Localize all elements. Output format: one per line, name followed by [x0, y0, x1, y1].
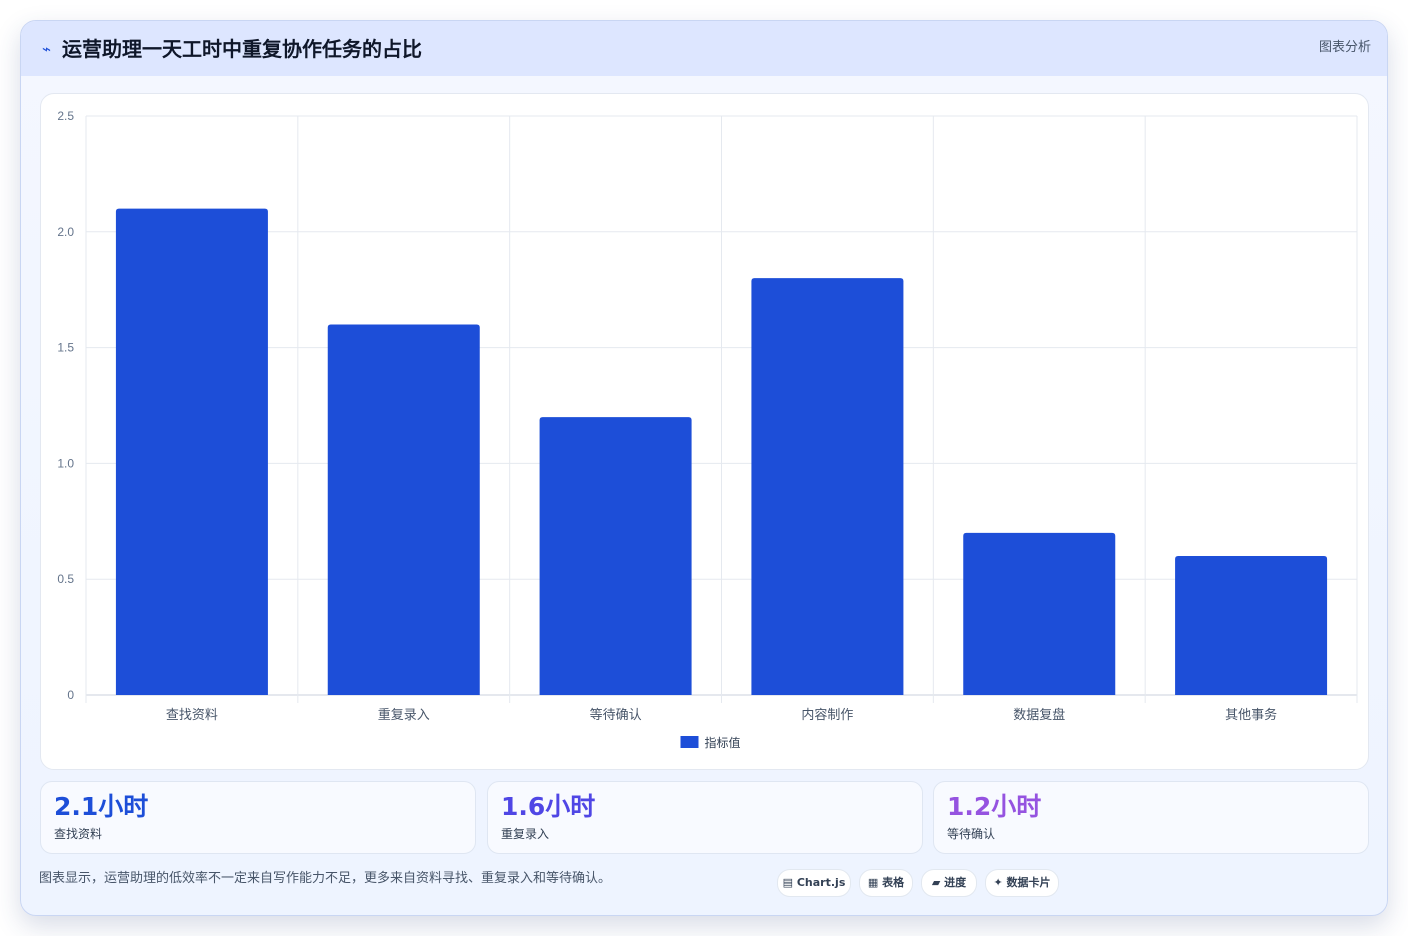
pill-data-card[interactable]: ✦ 数据卡片 [985, 869, 1059, 897]
y-tick-label: 2.5 [57, 109, 74, 123]
y-tick-label: 1.5 [57, 341, 74, 355]
chart-title: 运营助理一天工时中重复协作任务的占比 [62, 37, 422, 61]
x-tick-label: 数据复盘 [1013, 707, 1065, 722]
card-header: ⌁ 运营助理一天工时中重复协作任务的占比 图表分析 [21, 21, 1387, 76]
pill-label: Chart.js [796, 876, 846, 889]
bar-chart: 0 0.5 1.0 1.5 2.0 2.5 查找资料 重复录入 等待确认 内容制作 数据复盘 其他事务… [57, 109, 1358, 750]
x-tick-label: 重复录入 [378, 707, 430, 722]
y-tick-label: 1.0 [57, 456, 74, 470]
pill-label: 进度 [944, 876, 967, 889]
y-tick-label: 2.0 [57, 225, 74, 239]
progress-icon: ▰ [931, 876, 941, 889]
legend-swatch [680, 736, 699, 748]
x-tick-label: 查找资料 [166, 707, 218, 722]
bar [539, 417, 692, 695]
y-tick-label: 0.5 [57, 572, 74, 586]
chart-panel: 0 0.5 1.0 1.5 2.0 2.5 查找资料 重复录入 等待确认 内容制作 数据复盘 其他事务… [40, 93, 1369, 770]
sparkle-icon: ✦ [993, 876, 1003, 889]
x-tick-label: 等待确认 [590, 707, 642, 722]
stat-label: 重复录入 [501, 827, 550, 841]
chart-trend-icon: ⌁ [42, 40, 52, 58]
stat-card-reentry: 1.6小时 重复录入 [487, 781, 923, 854]
stat-card-waiting: 1.2小时 等待确认 [933, 781, 1369, 854]
bar [963, 532, 1116, 695]
bar [115, 208, 268, 695]
pill-label: 数据卡片 [1006, 876, 1051, 889]
x-tick-label: 内容制作 [801, 707, 853, 722]
stat-label: 查找资料 [54, 827, 103, 841]
y-tick-label: 0 [67, 688, 74, 702]
stat-label: 等待确认 [947, 827, 996, 841]
footer-note: 图表显示，运营助理的低效率不一定来自写作能力不足，更多来自资料寻找、重复录入和等… [39, 871, 612, 886]
stat-value: 1.2小时 [947, 792, 1042, 821]
table-icon: ▦ [867, 876, 879, 889]
x-tick-label: 其他事务 [1225, 707, 1277, 722]
bar [1175, 556, 1328, 695]
pill-label: 表格 [882, 876, 905, 889]
bar [751, 278, 904, 695]
stat-value: 1.6小时 [501, 792, 596, 821]
pill-table[interactable]: ▦ 表格 [859, 869, 913, 897]
pill-progress[interactable]: ▰ 进度 [921, 869, 977, 897]
header-tag[interactable]: 图表分析 [1319, 40, 1371, 56]
legend-label: 指标值 [705, 735, 741, 750]
chart-icon: ▤ [782, 876, 794, 889]
stat-card-search: 2.1小时 查找资料 [40, 781, 476, 854]
chart-card: ⌁ 运营助理一天工时中重复协作任务的占比 图表分析 0 0.5 1.0 1.5 2.0 2… [20, 20, 1388, 916]
bar [327, 324, 480, 695]
stat-value: 2.1小时 [54, 792, 149, 821]
pill-chartjs[interactable]: ▤ Chart.js [777, 869, 851, 897]
